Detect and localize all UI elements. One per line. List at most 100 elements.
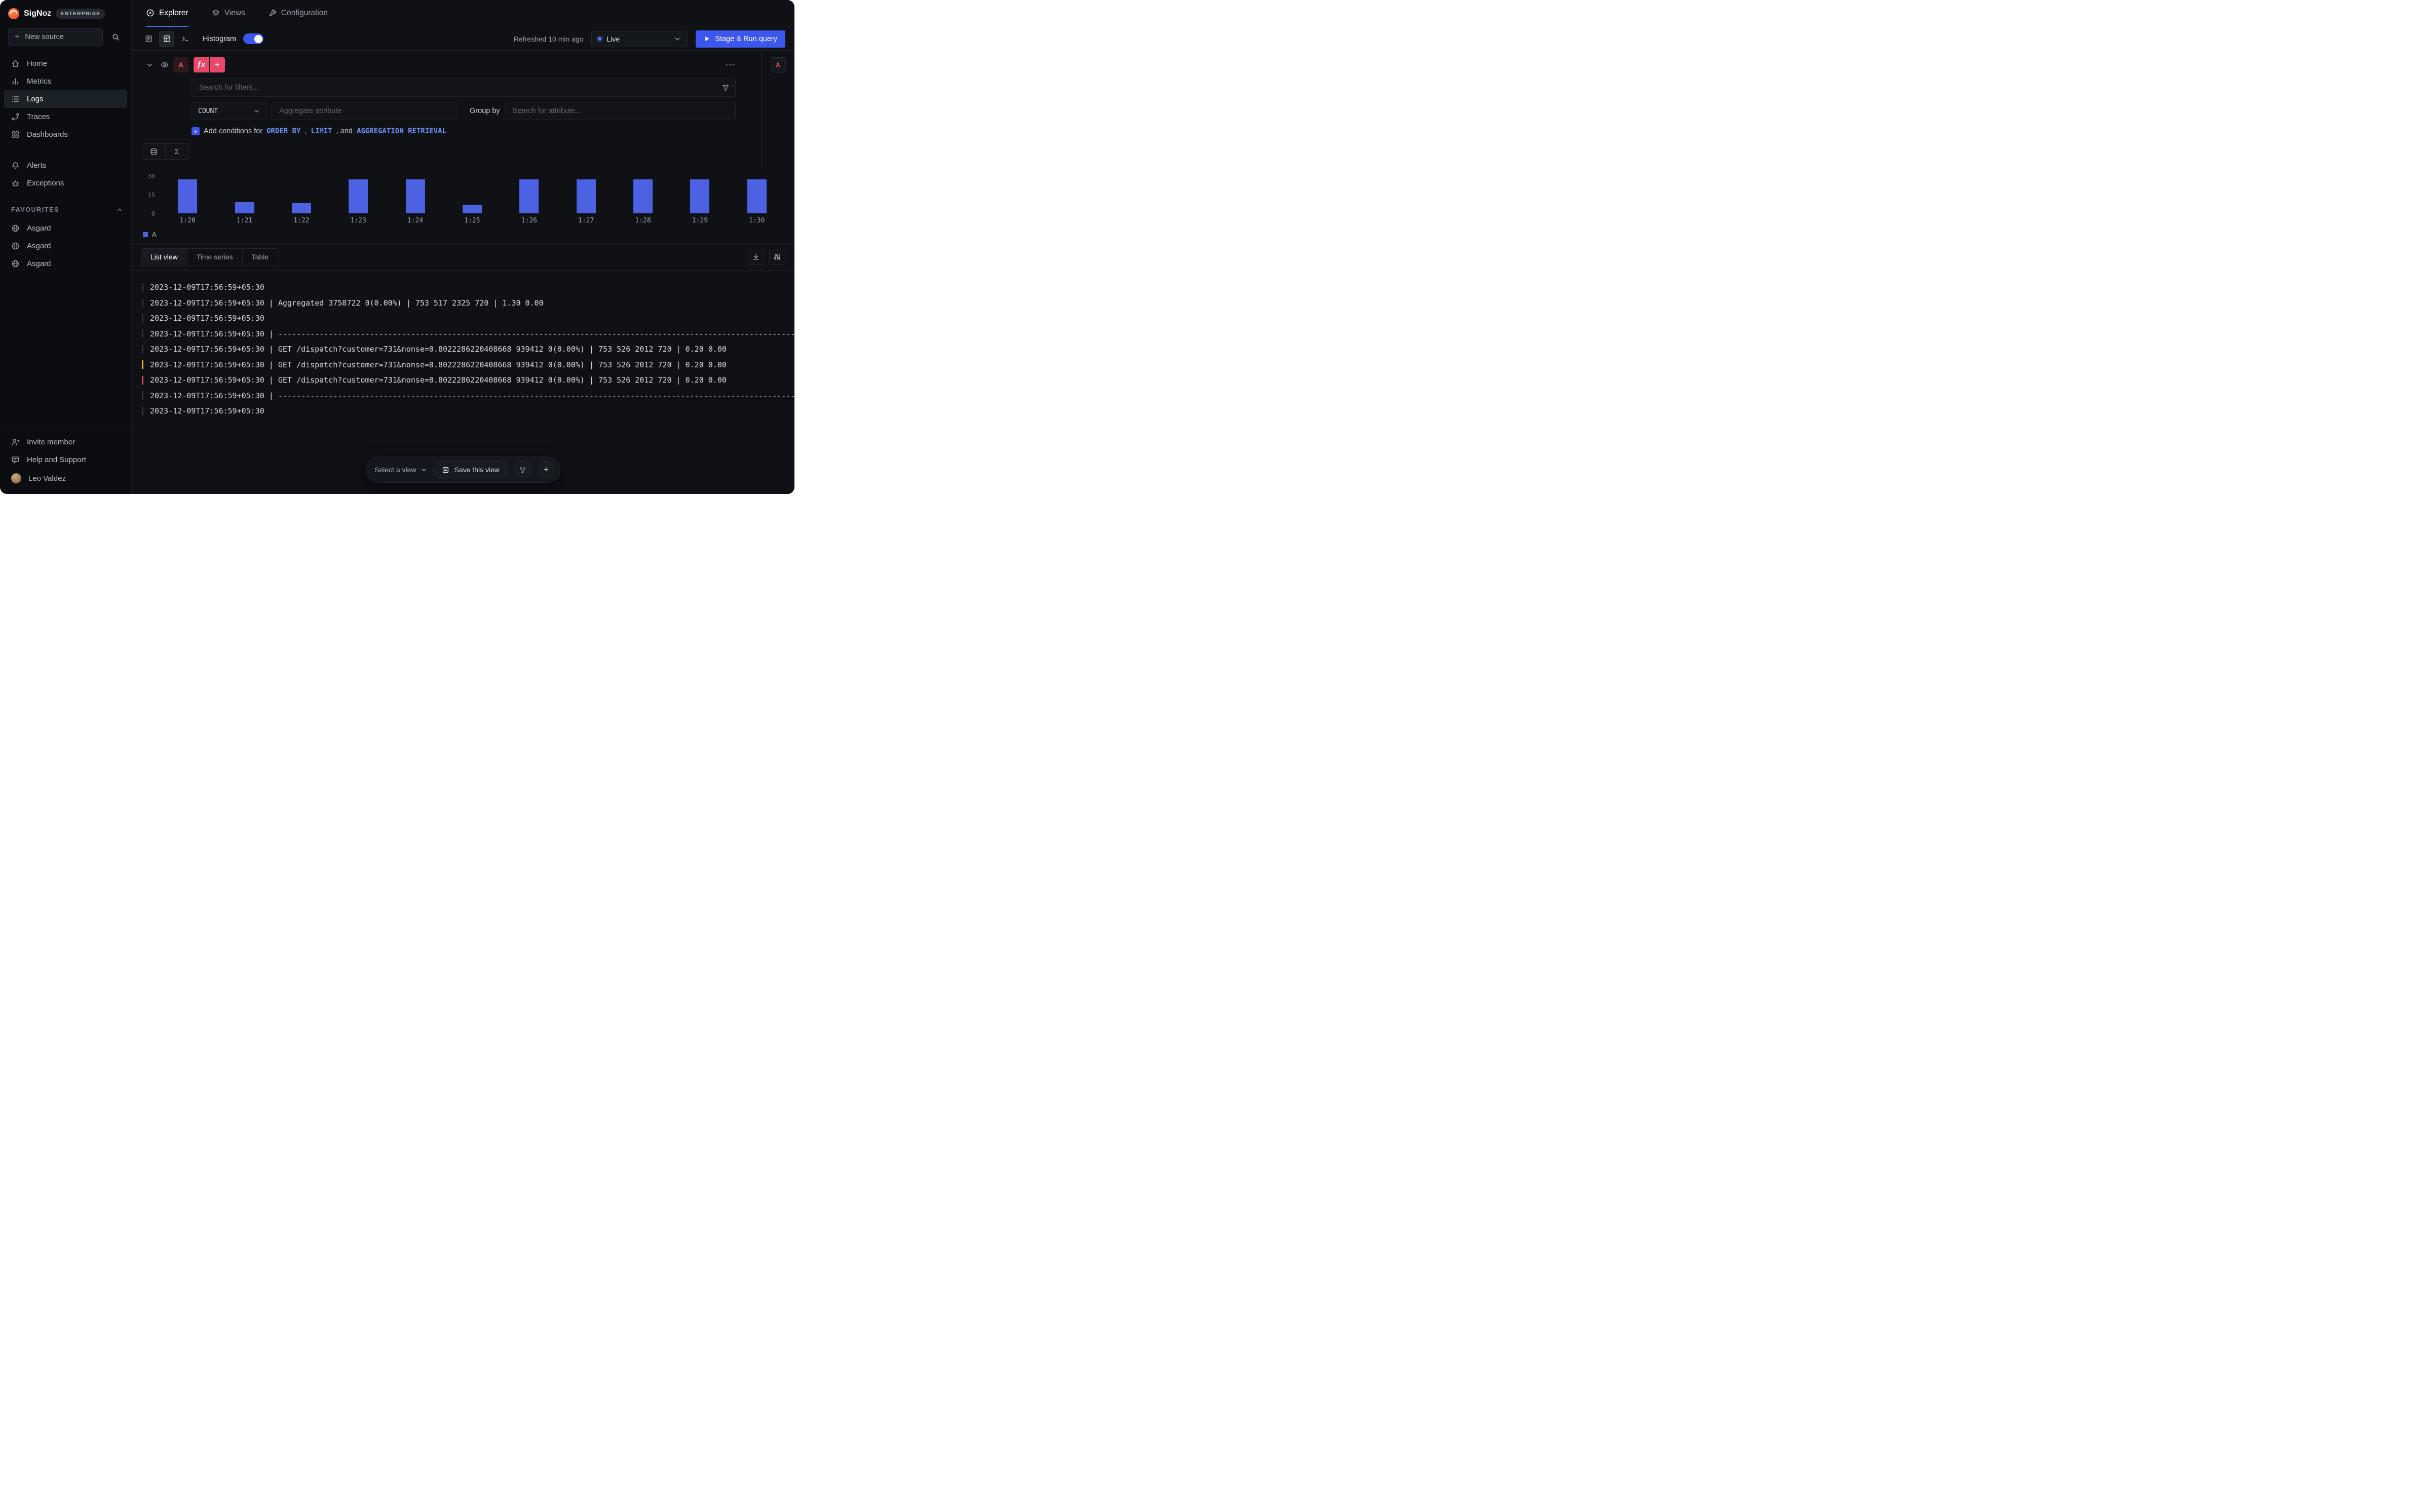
histogram-toggle[interactable]: [243, 33, 263, 44]
invite-member-item[interactable]: Invite member: [4, 433, 127, 451]
format-options-button[interactable]: [769, 249, 785, 265]
histogram-bar[interactable]: [235, 202, 254, 213]
funnel-icon: [519, 466, 526, 474]
sidebar-item-label: Exceptions: [27, 179, 64, 187]
x-tick-label: 1:28: [615, 217, 671, 224]
log-accent-bar: [142, 376, 143, 385]
globe-icon: [11, 242, 20, 250]
histogram-bar[interactable]: [690, 179, 709, 213]
sidebar-item-home[interactable]: Home: [4, 55, 127, 72]
favourite-item-asgard-3[interactable]: Asgard: [4, 255, 127, 273]
layers-icon: [212, 9, 220, 17]
query-builder-mode-button[interactable]: [159, 31, 174, 47]
search-filters-input[interactable]: [192, 79, 736, 97]
log-row[interactable]: 2023-12-09T17:56:59+05:30 | GET /dispatc…: [142, 342, 794, 357]
log-row[interactable]: 2023-12-09T17:56:59+05:30: [142, 403, 794, 419]
favourite-item-label: Asgard: [27, 242, 51, 250]
tab-label: Explorer: [159, 9, 188, 18]
explorer-toolbar: Histogram Refreshed 10 min ago Live Stag…: [132, 27, 794, 51]
query-channel-badge[interactable]: A: [173, 57, 188, 72]
stage-run-query-button[interactable]: Stage & Run query: [696, 30, 785, 48]
favourite-item-asgard-2[interactable]: Asgard: [4, 237, 127, 255]
select-view-dropdown[interactable]: Select a view: [374, 466, 427, 474]
sidebar-item-logs[interactable]: Logs: [4, 90, 127, 108]
query-result-tab-a[interactable]: A: [771, 57, 786, 72]
toggle-query-visibility-button[interactable]: [157, 57, 172, 72]
save-icon: [442, 466, 450, 474]
chart-legend[interactable]: A: [143, 231, 787, 238]
log-row[interactable]: 2023-12-09T17:56:59+05:30: [142, 311, 794, 326]
sidebar-item-dashboards[interactable]: Dashboards: [4, 126, 127, 143]
filter-view-button[interactable]: [514, 461, 531, 478]
new-source-button[interactable]: + New source: [8, 28, 103, 46]
help-support-item[interactable]: Help and Support: [4, 451, 127, 469]
histogram-bar[interactable]: [463, 205, 482, 213]
tab-views[interactable]: Views: [212, 0, 245, 27]
sidebar-item-traces[interactable]: Traces: [4, 108, 127, 126]
query-builder-section: A ƒx + ⋯ COUNT Group by: [132, 51, 794, 168]
add-query-button[interactable]: +: [210, 57, 225, 72]
log-row[interactable]: 2023-12-09T17:56:59+05:30 | GET /dispatc…: [142, 357, 794, 373]
aggregate-operator-select[interactable]: COUNT: [192, 102, 267, 120]
favourites-list: Asgard Asgard Asgard: [0, 217, 131, 273]
log-row[interactable]: 2023-12-09T17:56:59+05:30 | GET /dispatc…: [142, 372, 794, 388]
aggregate-attribute-input[interactable]: [272, 102, 457, 120]
time-range-select[interactable]: Live: [591, 31, 688, 47]
save-this-view-button[interactable]: Save this view: [434, 461, 508, 478]
download-button[interactable]: [748, 249, 764, 265]
y-tick-label: 15: [148, 192, 155, 199]
sidebar-item-metrics[interactable]: Metrics: [4, 72, 127, 90]
log-accent-bar: [142, 391, 143, 400]
clickhouse-query-mode-button[interactable]: [177, 31, 193, 47]
histogram-bar[interactable]: [577, 179, 596, 213]
tab-list-view[interactable]: List view: [141, 248, 187, 266]
order-by-keyword: ORDER BY: [267, 127, 300, 135]
sidebar-item-exceptions[interactable]: Exceptions: [4, 174, 127, 192]
histogram-bar[interactable]: [747, 179, 767, 213]
histogram-bar[interactable]: [633, 179, 653, 213]
tab-explorer[interactable]: Explorer: [146, 0, 188, 27]
aggregation-button[interactable]: Σ: [165, 144, 188, 159]
histogram-bar[interactable]: [292, 203, 311, 213]
aggregate-row: COUNT Group by: [192, 102, 736, 120]
sidebar: SigNoz ENTERPRISE + New source Home Metr…: [0, 0, 132, 494]
log-timestamp: 2023-12-09T17:56:59+05:30: [150, 345, 264, 354]
x-tick-label: 1:29: [671, 217, 728, 224]
tab-configuration[interactable]: Configuration: [269, 0, 328, 27]
histogram-bar[interactable]: [519, 179, 539, 213]
collapse-query-button[interactable]: [142, 57, 157, 72]
log-row[interactable]: 2023-12-09T17:56:59+05:30 | Aggregated 3…: [142, 295, 794, 311]
favourites-header[interactable]: FAVOURITES: [0, 192, 131, 217]
query-more-options-button[interactable]: ⋯: [725, 59, 736, 71]
group-by-attribute-input[interactable]: [505, 102, 736, 120]
tab-table[interactable]: Table: [243, 248, 278, 266]
quick-filters-toggle-button[interactable]: [141, 31, 156, 47]
dashboards-icon: [11, 130, 20, 139]
sidebar-item-alerts[interactable]: Alerts: [4, 157, 127, 174]
log-row[interactable]: 2023-12-09T17:56:59+05:30: [142, 280, 794, 295]
histogram-bar[interactable]: [349, 179, 368, 213]
add-function-button[interactable]: ƒx: [194, 57, 209, 72]
user-name-label: Leo Valdez: [28, 474, 66, 483]
add-conditions-row[interactable]: + Add conditions for ORDER BY , LIMIT , …: [192, 127, 736, 135]
sidebar-search-button[interactable]: [107, 28, 124, 46]
histogram-bar[interactable]: [178, 179, 197, 213]
view-tabs-actions: [748, 249, 785, 265]
favourite-item-asgard-1[interactable]: Asgard: [4, 219, 127, 237]
user-profile-item[interactable]: Leo Valdez: [4, 469, 127, 488]
log-row[interactable]: 2023-12-09T17:56:59+05:30 | ------------…: [142, 326, 794, 342]
query-builder-icon: [163, 34, 171, 43]
sidebar-item-label: Home: [27, 59, 47, 68]
query-builder-main: A ƒx + ⋯ COUNT Group by: [132, 51, 761, 168]
log-timestamp: 2023-12-09T17:56:59+05:30: [150, 391, 264, 400]
histogram-bar[interactable]: [406, 179, 425, 213]
log-accent-bar: [142, 314, 143, 323]
sidebar-item-label: Traces: [27, 112, 50, 121]
log-accent-bar: [142, 298, 143, 307]
log-row[interactable]: 2023-12-09T17:56:59+05:30 | ------------…: [142, 388, 794, 404]
wrench-icon: [269, 9, 277, 17]
data-source-button[interactable]: [142, 144, 165, 159]
plus-icon: +: [544, 465, 549, 475]
add-view-button[interactable]: +: [538, 461, 555, 478]
tab-time-series[interactable]: Time series: [187, 248, 243, 266]
